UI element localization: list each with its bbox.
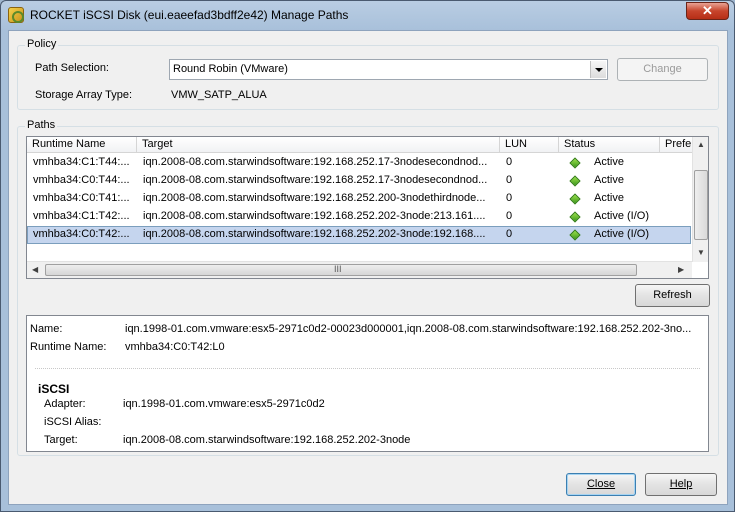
table-row[interactable]: vmhba34:C1:T44:... iqn.2008-08.com.starw… [27, 154, 691, 172]
table-row[interactable]: vmhba34:C1:T42:... iqn.2008-08.com.starw… [27, 208, 691, 226]
window-close-button[interactable]: ✕ [686, 2, 729, 20]
window-title: ROCKET iSCSI Disk (eui.eaeefad3bdff2e42)… [30, 8, 349, 22]
details-divider [35, 368, 700, 369]
vertical-scrollbar[interactable]: ▲ ▼ [692, 137, 708, 262]
table-row[interactable]: vmhba34:C0:T41:... iqn.2008-08.com.starw… [27, 190, 691, 208]
iscsi-section-title: iSCSI [38, 382, 70, 396]
row-target: iqn.2008-08.com.starwindsoftware:192.168… [143, 210, 486, 222]
row-lun: 0 [506, 192, 513, 204]
manage-paths-window: ROCKET iSCSI Disk (eui.eaeefad3bdff2e42)… [0, 0, 735, 512]
column-target[interactable]: Target [137, 137, 500, 153]
row-runtime-name: vmhba34:C0:T44:... [33, 174, 130, 186]
vertical-scroll-thumb[interactable] [694, 170, 708, 240]
close-button-label: Close [586, 478, 616, 490]
vsphere-app-icon [8, 7, 24, 23]
path-selection-dropdown[interactable]: Round Robin (VMware) [169, 59, 608, 80]
path-selection-label: Path Selection: [35, 62, 109, 74]
close-icon: ✕ [702, 3, 713, 18]
title-bar[interactable]: ROCKET iSCSI Disk (eui.eaeefad3bdff2e42)… [1, 1, 734, 29]
dialog-client-area: Policy Path Selection: Round Robin (VMwa… [8, 30, 728, 505]
row-runtime-name: vmhba34:C1:T42:... [33, 210, 130, 222]
column-lun[interactable]: LUN [500, 137, 559, 153]
adapter-value: iqn.1998-01.com.vmware:esx5-2971c0d2 [123, 398, 325, 410]
row-lun: 0 [506, 210, 513, 222]
row-status: Active [594, 174, 624, 186]
horizontal-scrollbar[interactable]: ◀ III ▶ [27, 261, 692, 278]
scroll-left-icon[interactable]: ◀ [32, 265, 38, 274]
path-selection-value: Round Robin (VMware) [173, 63, 288, 75]
table-row[interactable]: vmhba34:C0:T44:... iqn.2008-08.com.starw… [27, 172, 691, 190]
refresh-button[interactable]: Refresh [635, 284, 710, 307]
row-lun: 0 [506, 156, 513, 168]
status-active-icon [569, 229, 581, 241]
change-button[interactable]: Change [617, 58, 708, 81]
row-target: iqn.2008-08.com.starwindsoftware:192.168… [143, 228, 486, 240]
path-details-panel: Name: iqn.1998-01.com.vmware:esx5-2971c0… [26, 315, 709, 452]
column-status[interactable]: Status [559, 137, 660, 153]
row-status: Active [594, 156, 624, 168]
paths-legend: Paths [25, 119, 58, 131]
row-status: Active [594, 192, 624, 204]
help-button-label: Help [669, 478, 693, 490]
iscsi-alias-label: iSCSI Alias: [44, 416, 102, 428]
adapter-label: Adapter: [44, 398, 86, 410]
column-preferred[interactable]: Prefe [660, 137, 692, 153]
detail-name-label: Name: [30, 323, 63, 335]
close-button[interactable]: Close [566, 473, 636, 496]
row-target: iqn.2008-08.com.starwindsoftware:192.168… [143, 174, 488, 186]
row-runtime-name: vmhba34:C1:T44:... [33, 156, 130, 168]
row-runtime-name: vmhba34:C0:T42:... [33, 228, 130, 240]
detail-name-value: iqn.1998-01.com.vmware:esx5-2971c0d2-000… [125, 323, 692, 335]
detail-runtime-value: vmhba34:C0:T42:L0 [125, 341, 225, 353]
status-active-icon [569, 193, 581, 205]
target-value: iqn.2008-08.com.starwindsoftware:192.168… [123, 434, 411, 446]
status-active-icon [569, 211, 581, 223]
storage-array-type-value: VMW_SATP_ALUA [171, 89, 267, 101]
scroll-down-icon[interactable]: ▼ [697, 248, 705, 257]
storage-array-type-label: Storage Array Type: [35, 89, 133, 101]
column-runtime-name[interactable]: Runtime Name [27, 137, 137, 153]
row-target: iqn.2008-08.com.starwindsoftware:192.168… [143, 192, 486, 204]
table-row-selected[interactable]: vmhba34:C0:T42:... iqn.2008-08.com.starw… [27, 226, 691, 244]
scroll-up-icon[interactable]: ▲ [697, 140, 705, 149]
detail-runtime-label: Runtime Name: [30, 341, 107, 353]
horizontal-scroll-thumb[interactable]: III [45, 264, 637, 276]
policy-legend: Policy [25, 38, 59, 50]
row-target: iqn.2008-08.com.starwindsoftware:192.168… [143, 156, 488, 168]
row-status: Active (I/O) [594, 228, 650, 240]
scroll-grip-icon: III [334, 264, 342, 274]
help-button[interactable]: Help [645, 473, 717, 496]
status-active-icon [569, 175, 581, 187]
row-lun: 0 [506, 228, 513, 240]
target-label: Target: [44, 434, 78, 446]
row-runtime-name: vmhba34:C0:T41:... [33, 192, 130, 204]
row-status: Active (I/O) [594, 210, 650, 222]
status-active-icon [569, 157, 581, 169]
chevron-down-icon[interactable] [590, 61, 606, 78]
paths-table[interactable]: Runtime Name Target LUN Status Prefe vmh… [26, 136, 709, 279]
scroll-right-icon[interactable]: ▶ [678, 265, 684, 274]
paths-table-header: Runtime Name Target LUN Status Prefe [27, 137, 692, 153]
row-lun: 0 [506, 174, 513, 186]
